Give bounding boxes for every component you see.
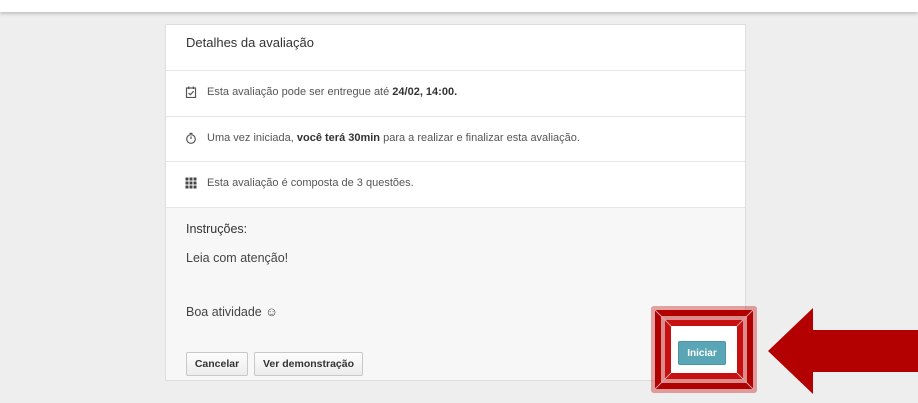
- deadline-text: Esta avaliação pode ser entregue até 24/…: [207, 86, 458, 98]
- start-button[interactable]: Iniciar: [678, 341, 726, 365]
- questions-row: Esta avaliação é composta de 3 questões.: [166, 161, 745, 207]
- grid-icon: [185, 177, 197, 189]
- deadline-row: Esta avaliação pode ser entregue até 24/…: [166, 70, 745, 116]
- time-limit-row: Uma vez iniciada, você terá 30min para a…: [166, 116, 745, 162]
- cancel-button[interactable]: Cancelar: [186, 352, 248, 376]
- stopwatch-icon: [186, 132, 196, 144]
- instructions-line-1: Leia com atenção!: [186, 251, 289, 265]
- questions-text: Esta avaliação é composta de 3 questões.: [207, 177, 414, 189]
- top-bar: [0, 0, 918, 12]
- card-title: Detalhes da avaliação: [186, 35, 314, 50]
- view-demo-button[interactable]: Ver demonstração: [254, 352, 363, 376]
- instructions-line-2: Boa atividade ☺: [186, 305, 278, 319]
- instructions-title: Instruções:: [186, 222, 248, 236]
- calendar-check-icon: [185, 86, 197, 98]
- time-limit-text: Uma vez iniciada, você terá 30min para a…: [207, 132, 580, 144]
- left-arrow-icon: [768, 308, 918, 394]
